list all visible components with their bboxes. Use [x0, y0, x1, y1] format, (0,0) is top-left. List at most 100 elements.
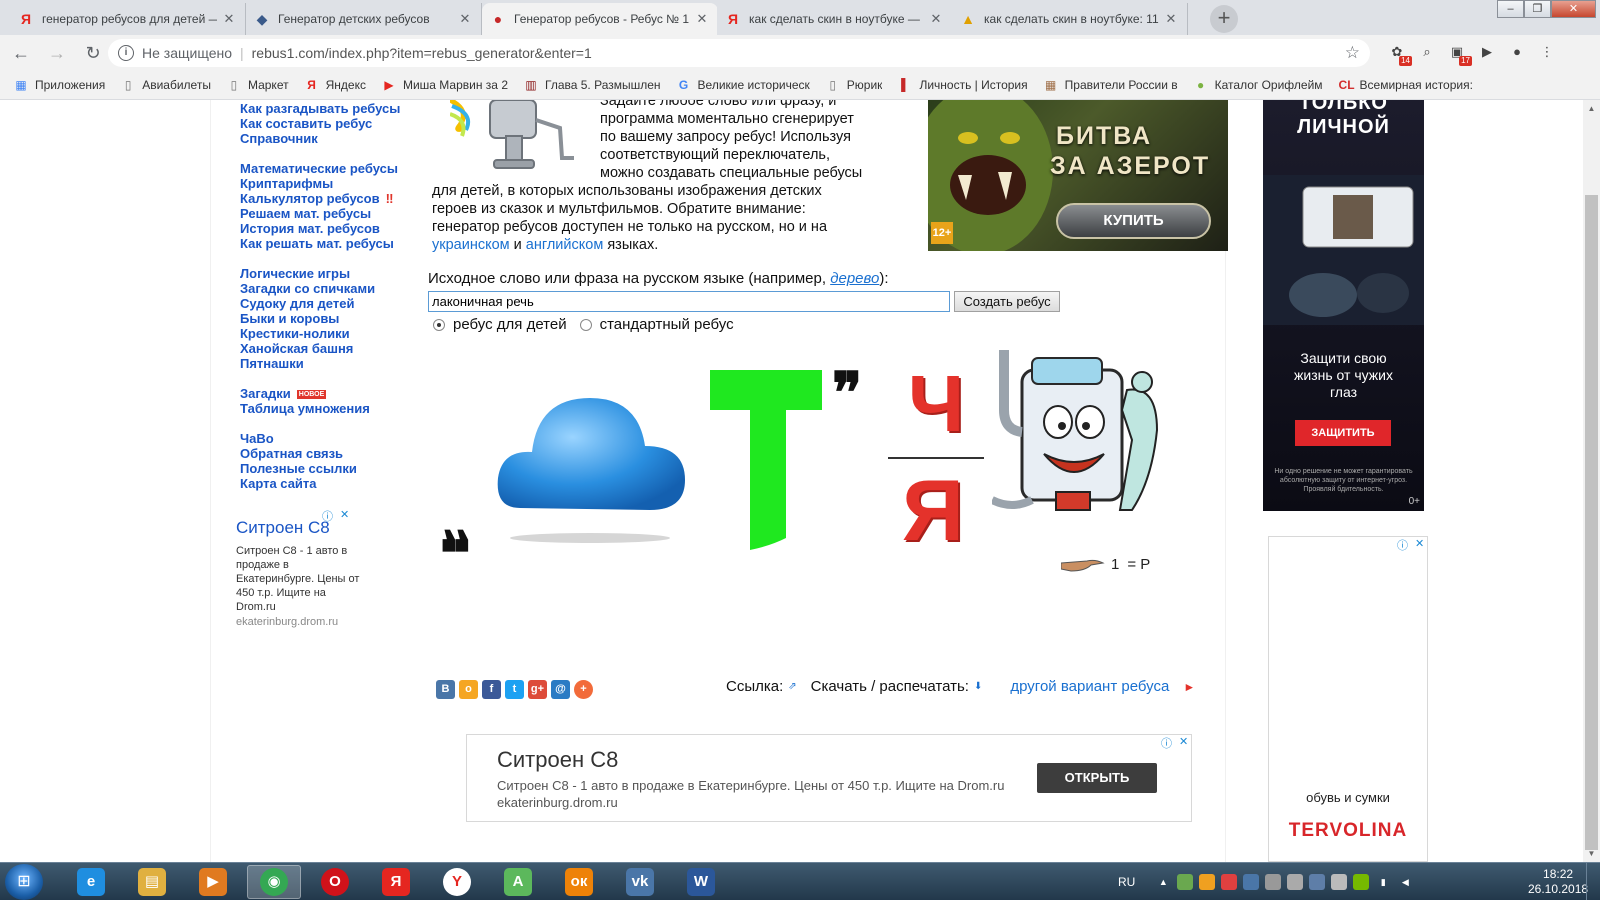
extension-icon[interactable]: ● — [1505, 40, 1529, 64]
language-indicator[interactable]: RU — [1118, 875, 1135, 889]
external-link-icon[interactable]: ⇗ — [788, 681, 796, 692]
taskbar-app-yandex[interactable]: Y — [430, 865, 484, 899]
nav-link[interactable]: Как решать мат. ребусы — [240, 236, 430, 251]
nav-link[interactable]: Крестики-нолики — [240, 326, 430, 341]
extension-icon[interactable]: ⋮ — [1535, 40, 1559, 64]
extension-icon[interactable]: ▣ 17 — [1445, 40, 1472, 66]
tray-expand-icon[interactable]: ▲ — [1155, 874, 1171, 890]
bookmark-item[interactable]: CL Всемирная история: — [1339, 78, 1473, 92]
game-ad-buy-button[interactable]: КУПИТЬ — [1056, 203, 1211, 239]
share-button[interactable]: @ — [551, 680, 570, 699]
right-ad-protect-button[interactable]: ЗАЩИТИТЬ — [1295, 420, 1391, 446]
taskbar-app-odnoklassniki[interactable]: ок — [552, 865, 606, 899]
scroll-down-arrow-icon[interactable]: ▼ — [1583, 845, 1600, 862]
nav-link[interactable]: Как составить ребус — [240, 116, 430, 131]
clock[interactable]: 18:22 26.10.2018 — [1528, 867, 1588, 897]
play-arrow-icon[interactable]: ► — [1183, 680, 1195, 694]
bookmark-item[interactable]: ▯ Авиабилеты — [121, 78, 211, 92]
address-bar[interactable]: i Не защищено | rebus1.com/index.php?ite… — [108, 39, 1370, 67]
bookmark-item[interactable]: Я Яндекс — [305, 78, 366, 92]
extension-icon[interactable]: ✿ 14 — [1385, 40, 1412, 66]
example-link[interactable]: дерево — [830, 270, 879, 287]
nav-link[interactable]: Калькулятор ребусов ‼ — [240, 191, 430, 206]
right-ad-tervolina[interactable]: ⓘ ✕ обувь и сумки TERVOLINA — [1268, 536, 1428, 862]
left-ad-title[interactable]: Ситроен С8 — [236, 518, 366, 538]
nav-link[interactable]: Судоку для детей — [240, 296, 430, 311]
browser-tab[interactable]: Ягенератор ребусов для детей — ✕ — [10, 3, 246, 35]
nav-link[interactable]: История мат. ребусов — [240, 221, 430, 236]
left-ad-adchoices-icon[interactable]: ⓘ — [322, 508, 333, 524]
tray-icon[interactable] — [1221, 874, 1238, 890]
network-icon[interactable]: ▮ — [1375, 874, 1391, 890]
nav-link[interactable]: Полезные ссылки — [240, 461, 430, 476]
bookmark-item[interactable]: ● Каталог Орифлейм — [1194, 78, 1323, 92]
radio-standard-label[interactable]: стандартный ребус — [600, 316, 734, 333]
taskbar-app-yandex-browser[interactable]: Я — [369, 865, 423, 899]
nav-link[interactable]: Обратная связь — [240, 446, 430, 461]
browser-tab[interactable]: ▲ как сделать скин в ноутбуке: 11 ✕ — [952, 3, 1188, 35]
radio-kids[interactable] — [433, 318, 445, 331]
left-ad-close-icon[interactable]: ✕ — [340, 508, 349, 521]
extension-icon[interactable]: ▶ — [1475, 40, 1499, 64]
nvidia-icon[interactable] — [1353, 874, 1370, 890]
tray-icon[interactable] — [1309, 874, 1326, 890]
bookmark-item[interactable]: G Великие историческ — [677, 78, 810, 92]
radio-standard[interactable] — [579, 318, 592, 331]
left-ad[interactable]: Ситроен С8 Ситроен С8 - 1 авто в продаже… — [236, 518, 366, 628]
extension-icon[interactable]: ⌕ — [1415, 40, 1439, 64]
bookmark-star-icon[interactable]: ☆ — [1345, 43, 1360, 63]
bottom-ad-title[interactable]: Ситроен С8 — [497, 747, 618, 773]
tray-icon[interactable] — [1199, 874, 1216, 890]
scroll-thumb[interactable] — [1585, 195, 1598, 850]
nav-link[interactable]: Быки и коровы — [240, 311, 430, 326]
right-ad-adchoices-icon[interactable]: ⓘ — [1397, 537, 1408, 553]
minimize-button[interactable]: – — [1497, 0, 1524, 18]
start-button[interactable]: ⊞ — [5, 864, 43, 900]
bookmark-item[interactable]: ▯ Рюрик — [826, 78, 882, 92]
share-button[interactable]: g+ — [528, 680, 547, 699]
browser-tab[interactable]: ● Генератор ребусов - Ребус № 1 ✕ — [482, 3, 718, 35]
forward-button[interactable]: → — [42, 38, 72, 68]
new-tab-button[interactable]: + — [1210, 5, 1238, 33]
radio-kids-label[interactable]: ребус для детей — [453, 316, 567, 333]
bookmark-item[interactable]: ▯ Маркет — [227, 78, 289, 92]
bottom-ad-adchoices-icon[interactable]: ⓘ — [1161, 735, 1172, 751]
reload-button[interactable]: ↻ — [78, 38, 108, 68]
bookmark-item[interactable]: ▌ Личность | История — [898, 78, 1027, 92]
taskbar-app-ie[interactable]: e — [64, 865, 118, 899]
bottom-ad-domain[interactable]: ekaterinburg.drom.ru — [497, 795, 618, 810]
page-scrollbar[interactable]: ▲ ▼ — [1583, 100, 1600, 862]
maximize-button[interactable]: ❐ — [1524, 0, 1551, 18]
nav-link[interactable]: Таблица умножения — [240, 401, 430, 416]
taskbar-app-vk[interactable]: vk — [613, 865, 667, 899]
right-ad-banner[interactable]: ТОЛЬКО ЛИЧНОЙ Защити свою жизнь от чужих… — [1263, 100, 1424, 511]
bookmark-item[interactable]: ▶ Миша Марвин за 2 — [382, 78, 508, 92]
right-ad-close-icon[interactable]: ✕ — [1415, 537, 1424, 550]
nav-link[interactable]: Как разгадывать ребусы — [240, 101, 430, 116]
show-desktop-button[interactable] — [1586, 863, 1600, 900]
download-label[interactable]: Скачать / распечатать: — [811, 678, 969, 695]
bookmark-item[interactable]: ▦ Приложения — [14, 78, 105, 92]
taskbar-app-chrome[interactable]: ◉ — [247, 865, 301, 899]
link-label[interactable]: Ссылка: — [726, 678, 783, 695]
tab-close-icon[interactable]: ✕ — [694, 11, 710, 27]
nav-link[interactable]: Загадки НОВОЕ — [240, 386, 430, 401]
english-link[interactable]: английском — [526, 237, 604, 253]
share-button[interactable]: f — [482, 680, 501, 699]
nav-link[interactable]: Ханойская башня — [240, 341, 430, 356]
tray-icon[interactable] — [1243, 874, 1260, 890]
bottom-ad-open-button[interactable]: ОТКРЫТЬ — [1037, 763, 1157, 793]
tab-close-icon[interactable]: ✕ — [457, 11, 473, 27]
share-button[interactable]: + — [574, 680, 593, 699]
download-icon[interactable]: ⬇ — [974, 681, 982, 692]
game-ad-banner[interactable]: БИТВА ЗА АЗЕРОТ КУПИТЬ 12+ — [928, 100, 1228, 251]
taskbar-app-torrent[interactable]: A — [491, 865, 545, 899]
bookmark-item[interactable]: ▦ Правители России в — [1044, 78, 1178, 92]
phrase-input[interactable] — [428, 291, 950, 312]
bookmark-item[interactable]: ▥ Глава 5. Размышлен — [524, 78, 660, 92]
nav-link[interactable]: Пятнашки — [240, 356, 430, 371]
nav-link[interactable]: Криптарифмы — [240, 176, 430, 191]
volume-icon[interactable]: ◀ — [1397, 874, 1413, 890]
tab-close-icon[interactable]: ✕ — [221, 11, 237, 27]
tab-close-icon[interactable]: ✕ — [1163, 11, 1179, 27]
